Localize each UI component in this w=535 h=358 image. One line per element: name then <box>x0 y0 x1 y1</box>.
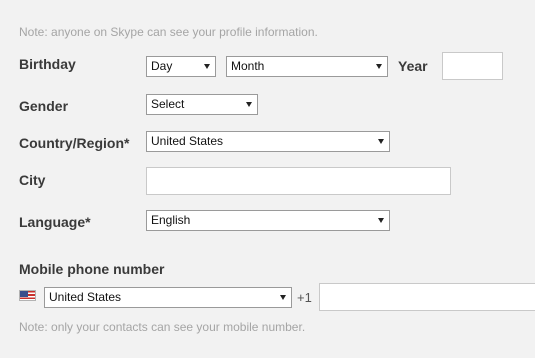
language-label: Language* <box>19 214 91 230</box>
mobile-note: Note: only your contacts can see your mo… <box>19 320 306 334</box>
mobile-country-value: United States <box>49 290 122 304</box>
chevron-down-icon <box>376 64 382 69</box>
gender-value: Select <box>151 97 185 111</box>
chevron-down-icon <box>246 102 252 107</box>
language-select[interactable]: English <box>146 210 390 231</box>
chevron-down-icon <box>204 64 210 69</box>
country-label: Country/Region* <box>19 135 130 151</box>
year-input[interactable] <box>442 52 503 80</box>
gender-select[interactable]: Select <box>146 94 258 115</box>
chevron-down-icon <box>378 139 384 144</box>
city-input[interactable] <box>146 167 451 195</box>
mobile-number-input[interactable] <box>319 283 535 311</box>
chevron-down-icon <box>280 295 286 300</box>
gender-label: Gender <box>19 98 69 114</box>
mobile-country-select[interactable]: United States <box>44 287 292 308</box>
language-value: English <box>151 213 191 227</box>
year-label: Year <box>398 58 428 74</box>
birthday-day-select[interactable]: Day <box>146 56 216 77</box>
birthday-label: Birthday <box>19 56 76 72</box>
chevron-down-icon <box>378 218 384 223</box>
birthday-day-value: Day <box>151 59 173 73</box>
us-flag-icon <box>19 290 36 301</box>
country-select[interactable]: United States <box>146 131 390 152</box>
birthday-month-select[interactable]: Month <box>226 56 388 77</box>
country-value: United States <box>151 134 224 148</box>
mobile-label: Mobile phone number <box>19 261 165 277</box>
birthday-month-value: Month <box>231 59 265 73</box>
country-code: +1 <box>297 290 312 305</box>
city-label: City <box>19 172 46 188</box>
profile-note: Note: anyone on Skype can see your profi… <box>19 25 318 39</box>
